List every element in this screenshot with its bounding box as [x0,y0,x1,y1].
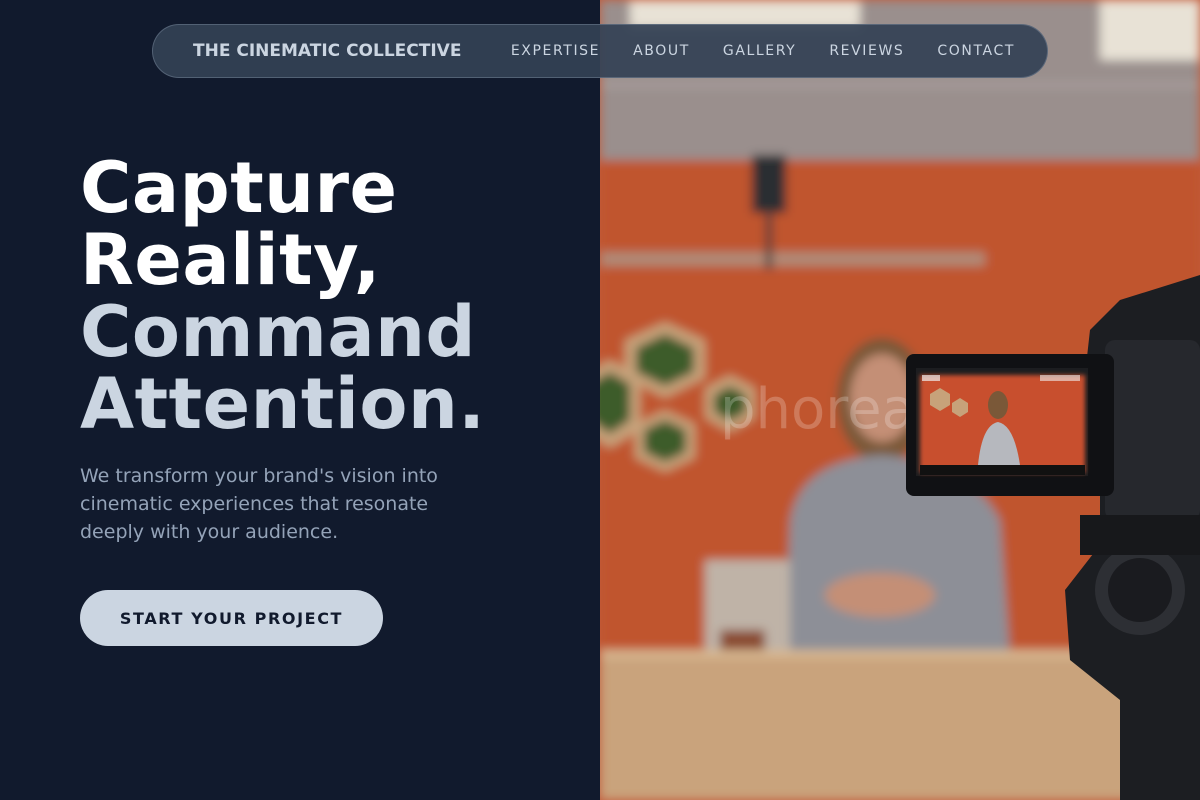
nav-link-about[interactable]: ABOUT [633,43,690,59]
nav-link-gallery[interactable]: GALLERY [723,43,796,59]
headline-line-4: Attention. [80,363,486,445]
hero-subtext: We transform your brand's vision into ci… [80,465,438,543]
headline-line-1: Capture [80,147,398,229]
headline-line-3: Command [80,291,477,373]
hero-panel: Capture Reality, Command Attention. We t… [0,0,600,800]
headline-line-2: Reality, [80,219,381,301]
brand-logo-text[interactable]: THE CINEMATIC COLLECTIVE [193,41,461,61]
nav-link-expertise[interactable]: EXPERTISE [511,43,600,59]
hero-headline: Capture Reality, Command Attention. [80,152,550,440]
top-nav: THE CINEMATIC COLLECTIVE EXPERTISE ABOUT… [152,24,1048,78]
start-project-button[interactable]: START YOUR PROJECT [80,590,383,646]
nav-link-reviews[interactable]: REVIEWS [829,43,904,59]
studio-camera-image: phorearast [600,0,1200,800]
nav-links: EXPERTISE ABOUT GALLERY REVIEWS CONTACT [511,43,1015,59]
nav-link-contact[interactable]: CONTACT [937,43,1015,59]
hero-content: Capture Reality, Command Attention. We t… [80,152,550,546]
hero-photo: phorearast [600,0,1200,800]
